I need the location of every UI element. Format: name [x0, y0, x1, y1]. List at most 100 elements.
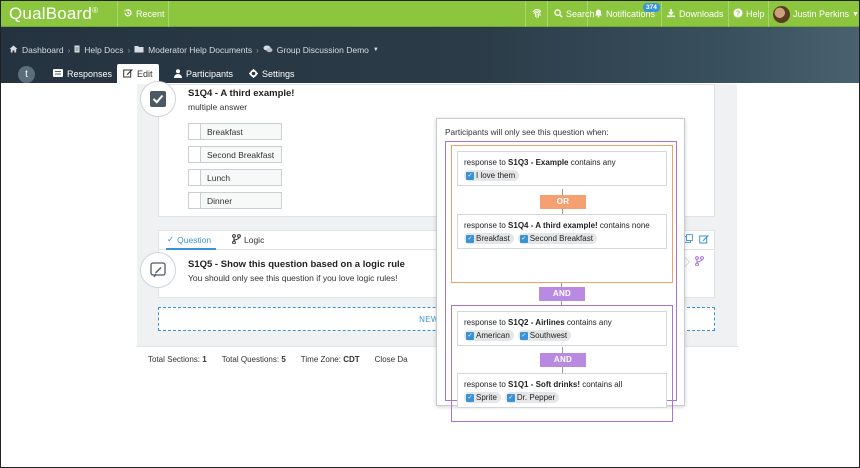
- download-icon: [666, 8, 676, 20]
- fingerprint-button[interactable]: [532, 1, 542, 27]
- user-icon: [174, 68, 182, 80]
- search-button[interactable]: Search: [554, 1, 595, 27]
- divider: [117, 1, 118, 27]
- edit-icon[interactable]: [699, 234, 709, 247]
- checkbox-icon: ✓: [466, 171, 474, 180]
- checkbox-icon: ✓: [466, 393, 474, 402]
- answer-chip: ✓ Second Breakfast: [517, 233, 597, 244]
- and-operator: AND: [540, 353, 586, 367]
- tab-label: Participants: [186, 69, 234, 79]
- popover-caption: Participants will only see this question…: [445, 127, 609, 137]
- divider: [661, 1, 662, 27]
- and-operator: AND: [539, 287, 585, 301]
- divider: [728, 1, 729, 27]
- chevron-right-icon: ›: [256, 45, 259, 55]
- total-questions: Total Questions: 5: [221, 355, 286, 364]
- time-zone: Time Zone: CDT: [300, 355, 360, 364]
- answer-chip: ✓ Sprite: [464, 392, 501, 403]
- question-title: S1Q4 - A third example!: [188, 88, 295, 99]
- divider: [547, 1, 548, 27]
- answer-chip: ✓ American: [464, 330, 514, 341]
- answer-option: Breakfast: [188, 123, 282, 140]
- question-title: S1Q5 - Show this question based on a log…: [188, 259, 405, 270]
- tab-settings[interactable]: Settings: [249, 64, 295, 84]
- divider: [768, 1, 769, 27]
- caret-down-icon[interactable]: ▼: [373, 47, 379, 53]
- fingerprint-icon: [532, 8, 542, 21]
- logic-condition: response to S1Q4 - A third example! cont…: [457, 214, 667, 249]
- svg-text:?: ?: [736, 11, 740, 18]
- breadcrumb-moderator-docs[interactable]: Moderator Help Documents: [148, 45, 252, 55]
- checkbox-icon: ✓: [466, 234, 474, 243]
- tab-label: Settings: [262, 69, 295, 79]
- tab-responses[interactable]: Responses: [53, 64, 112, 84]
- search-label: Search: [566, 9, 595, 19]
- divider: [587, 1, 588, 27]
- logic-group-or: response to S1Q3 - Example contains any …: [451, 145, 673, 283]
- chat-icon: [263, 45, 273, 55]
- chevron-right-icon: ›: [67, 45, 71, 55]
- recent-label: Recent: [136, 9, 165, 19]
- logic-group-all: response to S1Q3 - Example contains any …: [445, 141, 677, 422]
- tab-logic[interactable]: Logic: [232, 234, 264, 246]
- main-content: S1Q4 - A third example! multiple answer …: [1, 81, 859, 467]
- answer-option: Dinner: [188, 192, 282, 209]
- answer-chip: ✓ Breakfast: [464, 233, 514, 244]
- home-icon: [9, 45, 18, 55]
- breadcrumb: Dashboard › Help Docs › Moderator Help D…: [9, 45, 379, 55]
- help-label: Help: [746, 9, 765, 19]
- user-name: Justin Perkins: [793, 9, 850, 19]
- checkbox-icon: ✓: [519, 234, 528, 243]
- logic-condition: response to S1Q1 - Soft drinks! contains…: [457, 373, 667, 408]
- checkbox-icon: ✓: [466, 331, 474, 340]
- history-icon: [123, 8, 133, 20]
- answer-option: Second Breakfast: [188, 146, 282, 163]
- tab-question[interactable]: ✓ Question: [167, 234, 211, 245]
- notification-count-badge: 374: [643, 3, 660, 12]
- search-icon: [554, 8, 563, 20]
- copy-icon[interactable]: [684, 234, 693, 247]
- or-operator: OR: [540, 195, 586, 209]
- folder-icon: [134, 45, 144, 55]
- checkbox-question-icon: [140, 81, 176, 117]
- breadcrumb-dashboard[interactable]: Dashboard: [22, 45, 64, 55]
- question-actions: [684, 234, 709, 247]
- bell-icon: [594, 8, 603, 20]
- question-type: multiple answer: [188, 102, 248, 112]
- user-menu[interactable]: Justin Perkins ▼: [773, 1, 859, 27]
- tab-label: Responses: [67, 69, 113, 79]
- question-description: You should only see this question if you…: [188, 273, 398, 283]
- branch-icon: [232, 234, 241, 246]
- app-logo[interactable]: QualBoard®: [9, 4, 98, 24]
- downloads-label: Downloads: [679, 9, 724, 19]
- edit-icon: [123, 68, 133, 80]
- downloads-button[interactable]: Downloads: [666, 1, 724, 27]
- help-button[interactable]: ? Help: [733, 1, 765, 27]
- app-frame: QualBoard® Recent Search Notifications 3…: [0, 0, 860, 468]
- tab-bar: Responses Edit Participants Settings: [1, 64, 859, 84]
- recent-button[interactable]: Recent: [123, 1, 165, 27]
- tab-label: Edit: [137, 69, 153, 79]
- divider: [525, 1, 526, 27]
- logic-condition: response to S1Q2 - Airlines contains any…: [457, 311, 667, 346]
- help-icon: ?: [733, 8, 743, 20]
- tab-participants[interactable]: Participants: [174, 64, 233, 84]
- caret-down-icon: ▼: [852, 10, 859, 18]
- answer-option: Lunch: [188, 169, 282, 186]
- avatar: [773, 5, 790, 23]
- active-tab-underline: [166, 248, 216, 250]
- checkbox-icon: ✓: [506, 393, 515, 402]
- breadcrumb-group-discussion[interactable]: Group Discussion Demo: [277, 45, 369, 55]
- breadcrumb-help-docs[interactable]: Help Docs: [84, 45, 123, 55]
- gear-icon: [249, 68, 258, 80]
- logic-group-and: response to S1Q2 - Airlines contains any…: [451, 305, 673, 422]
- total-sections: Total Sections: 1: [148, 355, 207, 364]
- logic-popover: Participants will only see this question…: [436, 118, 685, 422]
- answer-chip: ✓ I love them: [464, 170, 520, 181]
- close-date: Close Da: [374, 355, 408, 364]
- logic-branch-icon[interactable]: [695, 256, 704, 268]
- chevron-right-icon: ›: [127, 45, 131, 55]
- divider: [168, 1, 169, 27]
- top-bar: QualBoard® Recent Search Notifications 3…: [1, 1, 859, 27]
- list-icon: [53, 69, 63, 79]
